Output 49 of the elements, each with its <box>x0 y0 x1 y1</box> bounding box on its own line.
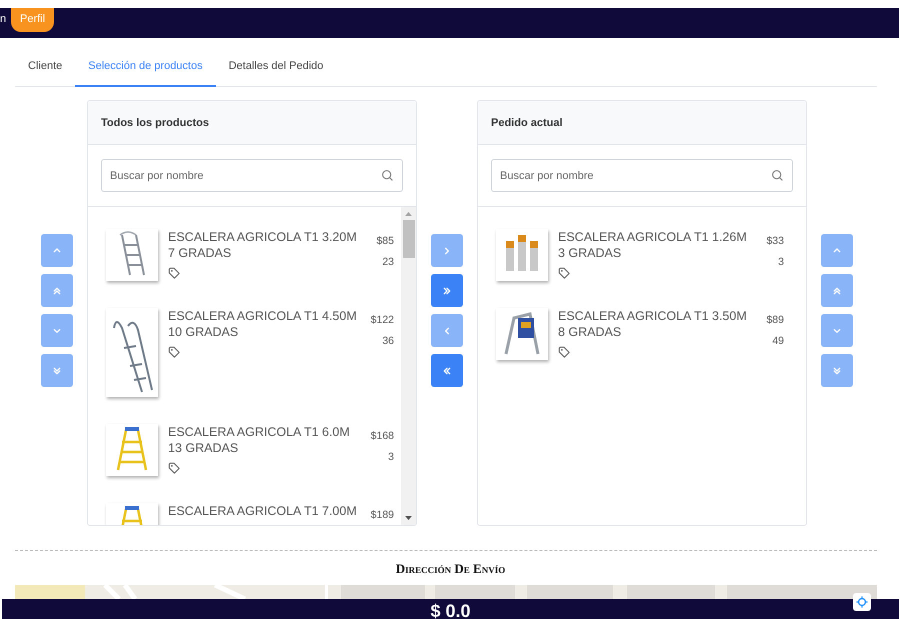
product-item[interactable]: ESCALERA AGRICOLA T1 3.50M 8 GRADAS $89 49 <box>496 308 806 360</box>
arrow-button[interactable] <box>431 354 463 387</box>
double-chevron-left-icon <box>441 364 453 376</box>
section-title: Dirección De Envío <box>394 561 506 578</box>
tab[interactable]: Detalles del Pedido <box>216 50 336 87</box>
product-name: ESCALERA AGRICOLA T1 3.20M 7 GRADAS <box>168 229 358 261</box>
scrollbar-thumb[interactable] <box>402 220 414 258</box>
product-price: $89 <box>766 314 784 326</box>
product-name: ESCALERA AGRICOLA T1 7.00M <box>168 503 358 519</box>
panel-title: Pedido actual <box>491 116 563 128</box>
scroll-up-icon <box>405 211 412 216</box>
product-name: ESCALERA AGRICOLA T1 3.50M 8 GRADAS <box>558 308 748 340</box>
double-chevron-down-icon <box>51 364 63 376</box>
search-icon <box>381 169 394 182</box>
search-icon <box>771 169 784 182</box>
product-stock: 36 <box>382 335 394 347</box>
product-name: ESCALERA AGRICOLA T1 1.26M 3 GRADAS <box>558 229 748 261</box>
location-button[interactable] <box>853 593 871 611</box>
product-price: $33 <box>766 235 784 247</box>
double-chevron-right-icon <box>441 284 453 296</box>
tab[interactable]: Selección de productos <box>75 50 216 87</box>
product-price: $189 <box>370 509 394 521</box>
product-stock: 3 <box>388 451 394 463</box>
scrollbar[interactable] <box>401 207 416 525</box>
product-price: $85 <box>376 235 394 247</box>
product-stock: 23 <box>382 256 394 268</box>
product-price: $168 <box>370 430 394 442</box>
product-name: ESCALERA AGRICOLA T1 4.50M 10 GRADAS <box>168 308 358 340</box>
product-stock: 49 <box>772 335 784 347</box>
double-chevron-up-icon <box>51 284 63 296</box>
panel-title: Todos los productos <box>101 116 209 128</box>
product-item[interactable]: ESCALERA AGRICOLA T1 1.26M 3 GRADAS $33 3 <box>496 229 806 281</box>
double-chevron-down-icon <box>831 364 843 376</box>
search-field[interactable]: Buscar por nombre <box>491 159 793 192</box>
product-price: $122 <box>370 314 394 326</box>
product-item[interactable]: ESCALERA AGRICOLA T1 6.0M 13 GRADAS $168 3 <box>106 424 401 476</box>
product-item[interactable]: ESCALERA AGRICOLA T1 4.50M 10 GRADAS $122 36 <box>106 308 401 397</box>
nav-link[interactable]: n <box>0 8 11 25</box>
tab[interactable]: Cliente <box>15 50 76 87</box>
product-item[interactable]: ESCALERA AGRICOLA T1 3.20M 7 GRADAS $85 23 <box>106 229 401 281</box>
double-chevron-up-icon <box>831 284 843 296</box>
product-name: ESCALERA AGRICOLA T1 6.0M 13 GRADAS <box>168 424 351 456</box>
product-item[interactable]: ESCALERA AGRICOLA T1 7.00M $189 <box>106 503 401 525</box>
search-field[interactable]: Buscar por nombre <box>101 159 403 192</box>
target-icon <box>856 596 868 608</box>
product-stock: 3 <box>778 256 784 268</box>
scroll-down-icon <box>405 516 412 521</box>
arrow-button[interactable] <box>431 274 463 307</box>
total-amount: $ 0.0 <box>430 600 471 619</box>
